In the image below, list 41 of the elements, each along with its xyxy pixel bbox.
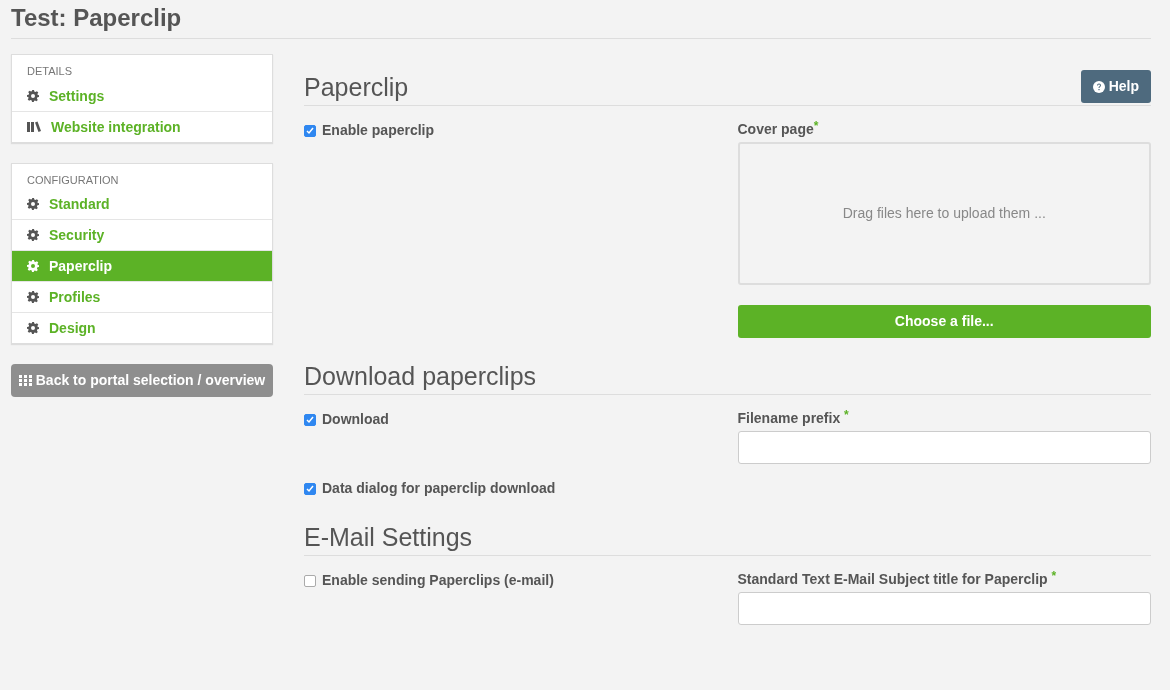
checkbox[interactable] [304, 482, 316, 495]
sidebar-item[interactable]: Settings [12, 81, 272, 111]
section-title: Paperclip [304, 72, 409, 103]
checkbox-label: Enable paperclip [322, 121, 435, 140]
help-button[interactable]: Help [1080, 70, 1151, 103]
sidebar-item[interactable]: Profiles [12, 281, 272, 312]
books-icon [27, 121, 41, 132]
required-mark: * [813, 119, 819, 133]
checkbox[interactable] [304, 574, 316, 587]
checkbox[interactable] [304, 124, 316, 137]
page-title: Test: Paperclip [11, 3, 1151, 39]
help-icon [1092, 80, 1105, 93]
checkbox-label: Data dialog for paperclip download [322, 479, 556, 498]
gear-icon [27, 260, 39, 272]
checkbox-label: Download [322, 410, 389, 429]
sidebar-item[interactable]: Paperclip [12, 250, 272, 281]
sidebar-heading: DETAILS [26, 64, 74, 79]
field-label: Filename prefix [737, 410, 841, 426]
back-button[interactable]: Back to portal selection / overview [11, 364, 273, 397]
field-label: Cover page [737, 121, 814, 137]
sidebar-item[interactable]: Website integration [12, 110, 272, 142]
gear-icon [27, 291, 39, 303]
required-mark: * [1051, 569, 1057, 583]
grid-icon [18, 375, 32, 386]
gear-icon [27, 322, 39, 334]
checkbox-label: Enable sending Paperclips (e-mail) [322, 571, 554, 590]
sidebar-item[interactable]: Design [12, 312, 272, 343]
checkbox[interactable] [304, 413, 316, 426]
required-mark: * [844, 408, 849, 422]
drop-zone[interactable]: Drag files here to upload them ... [737, 142, 1151, 285]
section-title: E-Mail Settings [304, 522, 473, 553]
gear-icon [27, 198, 39, 210]
section-title: Download paperclips [304, 361, 537, 392]
field-label: Standard Text E-Mail Subject title for Paperclip [737, 571, 1048, 587]
input-field[interactable] [737, 592, 1151, 625]
sidebar-item[interactable]: Standard [12, 190, 272, 219]
gear-icon [27, 89, 39, 102]
gear-icon [27, 229, 39, 241]
sidebar-heading: CONFIGURATION [26, 172, 120, 188]
input-field[interactable] [737, 431, 1151, 464]
choose-file-button[interactable]: Choose a file... [737, 305, 1151, 338]
